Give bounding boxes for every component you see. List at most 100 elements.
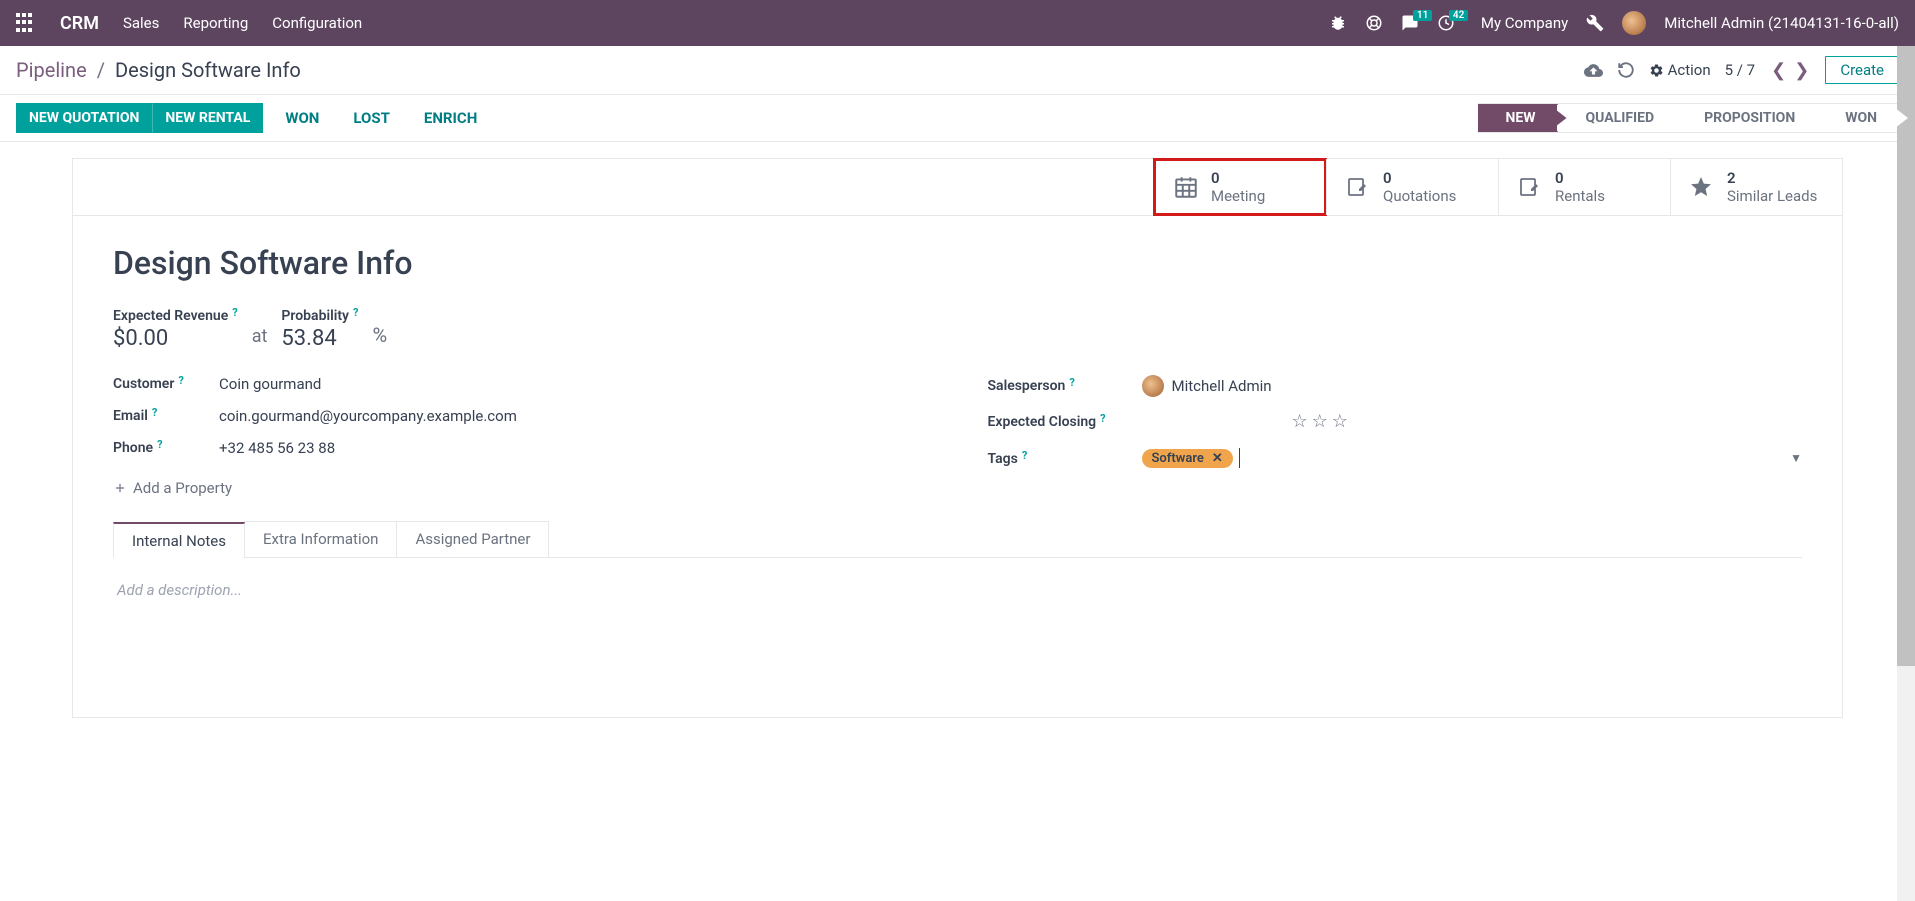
help-icon[interactable]: ? [1022, 449, 1027, 465]
customer-value[interactable]: Coin gourmand [219, 375, 321, 393]
messages-icon[interactable]: 11 [1401, 14, 1419, 32]
stat-similar-value: 2 [1727, 169, 1817, 187]
stat-row: 0 Meeting 0 Quotations 0 Ren [73, 159, 1842, 216]
lead-title-input[interactable]: Design Software Info [113, 244, 1802, 282]
activities-icon[interactable]: 42 [1437, 14, 1455, 32]
breadcrumb-parent[interactable]: Pipeline [16, 58, 87, 82]
tools-icon[interactable] [1586, 14, 1604, 32]
priority-star-2[interactable]: ☆ [1312, 411, 1328, 432]
tab-pane-notes: Add a description... [113, 558, 1802, 621]
probability-value[interactable]: 53.84 [281, 326, 358, 351]
support-icon[interactable] [1365, 14, 1383, 32]
text-cursor [1239, 448, 1240, 468]
top-navbar: CRM Sales Reporting Configuration 11 42 … [0, 0, 1915, 46]
new-rental-button[interactable]: NEW RENTAL [152, 103, 263, 133]
add-property-button[interactable]: Add a Property [113, 479, 928, 497]
tags-input[interactable]: Software ✕ ▼ [1142, 446, 1803, 471]
help-icon[interactable]: ? [232, 306, 237, 319]
status-buttons: NEW QUOTATION NEW RENTAL WON LOST ENRICH [16, 103, 489, 133]
status-bar: NEW QUOTATION NEW RENTAL WON LOST ENRICH… [0, 94, 1915, 142]
stage-bar: NEW QUALIFIED PROPOSITION WON [1478, 103, 1900, 133]
bug-icon[interactable] [1329, 14, 1347, 32]
pager-count[interactable]: 5 / 7 [1725, 61, 1756, 79]
help-icon[interactable]: ? [353, 306, 358, 319]
sheet-wrapper: 0 Meeting 0 Quotations 0 Ren [0, 142, 1915, 734]
salesperson-label: Salesperson [988, 378, 1066, 394]
control-actions: Action 5 / 7 ❮ ❯ Create [1584, 56, 1899, 84]
expected-revenue-value[interactable]: $0.00 [113, 326, 238, 351]
stage-proposition[interactable]: PROPOSITION [1676, 103, 1817, 133]
apps-menu-icon[interactable] [16, 13, 36, 33]
scrollbar-track[interactable] [1897, 46, 1915, 901]
help-icon[interactable]: ? [178, 374, 183, 390]
stat-quotations-value: 0 [1383, 169, 1456, 187]
stat-similar-label: Similar Leads [1727, 187, 1817, 205]
nav-configuration[interactable]: Configuration [272, 14, 362, 32]
new-quotation-button[interactable]: NEW QUOTATION [16, 103, 152, 133]
scrollbar-thumb[interactable] [1897, 46, 1915, 666]
stat-quotations[interactable]: 0 Quotations [1326, 159, 1498, 215]
tab-assigned-partner[interactable]: Assigned Partner [396, 521, 549, 557]
star-icon [1689, 175, 1715, 199]
closing-label: Expected Closing [988, 414, 1097, 430]
form-sheet: 0 Meeting 0 Quotations 0 Ren [72, 158, 1843, 718]
tab-internal-notes[interactable]: Internal Notes [113, 522, 245, 558]
action-dropdown[interactable]: Action [1649, 61, 1711, 79]
stat-meeting-value: 0 [1211, 169, 1265, 187]
chevron-down-icon[interactable]: ▼ [1790, 451, 1802, 465]
tag-remove-icon[interactable]: ✕ [1212, 451, 1223, 466]
company-switcher[interactable]: My Company [1481, 14, 1568, 32]
email-value[interactable]: coin.gourmand@yourcompany.example.com [219, 407, 517, 425]
stage-qualified[interactable]: QUALIFIED [1558, 103, 1677, 133]
priority-star-1[interactable]: ☆ [1292, 411, 1308, 432]
percent-sign: % [373, 323, 388, 347]
salesperson-avatar [1142, 375, 1164, 397]
revenue-row: Expected Revenue ? $0.00 at Probability … [113, 308, 1802, 351]
create-button[interactable]: Create [1825, 56, 1899, 84]
description-input[interactable]: Add a description... [117, 581, 242, 599]
won-button[interactable]: WON [273, 103, 331, 133]
help-icon[interactable]: ? [157, 438, 162, 454]
left-col: Customer? Coin gourmand Email? coin.gour… [113, 375, 928, 497]
stage-new[interactable]: NEW [1478, 103, 1558, 133]
nav-left: CRM Sales Reporting Configuration [16, 13, 362, 34]
cloud-save-icon[interactable] [1584, 61, 1603, 80]
form-body: Design Software Info Expected Revenue ? … [73, 216, 1842, 649]
salesperson-value[interactable]: Mitchell Admin [1172, 377, 1272, 395]
stat-rentals[interactable]: 0 Rentals [1498, 159, 1670, 215]
at-text: at [252, 326, 268, 347]
stat-meeting-label: Meeting [1211, 187, 1265, 205]
priority-star-3[interactable]: ☆ [1332, 411, 1348, 432]
lost-button[interactable]: LOST [341, 103, 402, 133]
help-icon[interactable]: ? [152, 406, 157, 422]
app-brand[interactable]: CRM [60, 13, 99, 34]
pager-next-icon[interactable]: ❯ [1792, 60, 1811, 81]
discard-icon[interactable] [1617, 61, 1635, 79]
tag-software: Software ✕ [1142, 449, 1233, 468]
stat-rentals-value: 0 [1555, 169, 1605, 187]
nav-reporting[interactable]: Reporting [183, 14, 248, 32]
pager-prev-icon[interactable]: ❮ [1769, 60, 1788, 81]
tab-extra-info[interactable]: Extra Information [244, 521, 397, 557]
stat-similar[interactable]: 2 Similar Leads [1670, 159, 1842, 215]
enrich-button[interactable]: ENRICH [412, 103, 489, 133]
user-menu[interactable]: Mitchell Admin (21404131-16-0-all) [1664, 14, 1899, 32]
help-icon[interactable]: ? [1069, 376, 1074, 392]
nav-right: 11 42 My Company Mitchell Admin (2140413… [1329, 11, 1899, 35]
help-icon[interactable]: ? [1100, 412, 1105, 428]
stage-won[interactable]: WON [1817, 103, 1899, 133]
nav-sales[interactable]: Sales [123, 14, 159, 32]
stat-rentals-label: Rentals [1555, 187, 1605, 205]
breadcrumb-current: Design Software Info [115, 58, 301, 82]
user-avatar[interactable] [1622, 11, 1646, 35]
phone-value[interactable]: +32 485 56 23 88 [219, 439, 335, 457]
stat-meeting[interactable]: 0 Meeting [1154, 159, 1326, 215]
form-two-col: Customer? Coin gourmand Email? coin.gour… [113, 375, 1802, 497]
probability-label: Probability [281, 308, 349, 324]
stat-quotations-label: Quotations [1383, 187, 1456, 205]
customer-label: Customer [113, 376, 174, 392]
right-col: Salesperson? Mitchell Admin Expected Clo… [988, 375, 1803, 497]
breadcrumb-sep: / [97, 58, 105, 82]
notebook-tabs: Internal Notes Extra Information Assigne… [113, 521, 1802, 558]
messages-badge: 11 [1413, 10, 1432, 21]
